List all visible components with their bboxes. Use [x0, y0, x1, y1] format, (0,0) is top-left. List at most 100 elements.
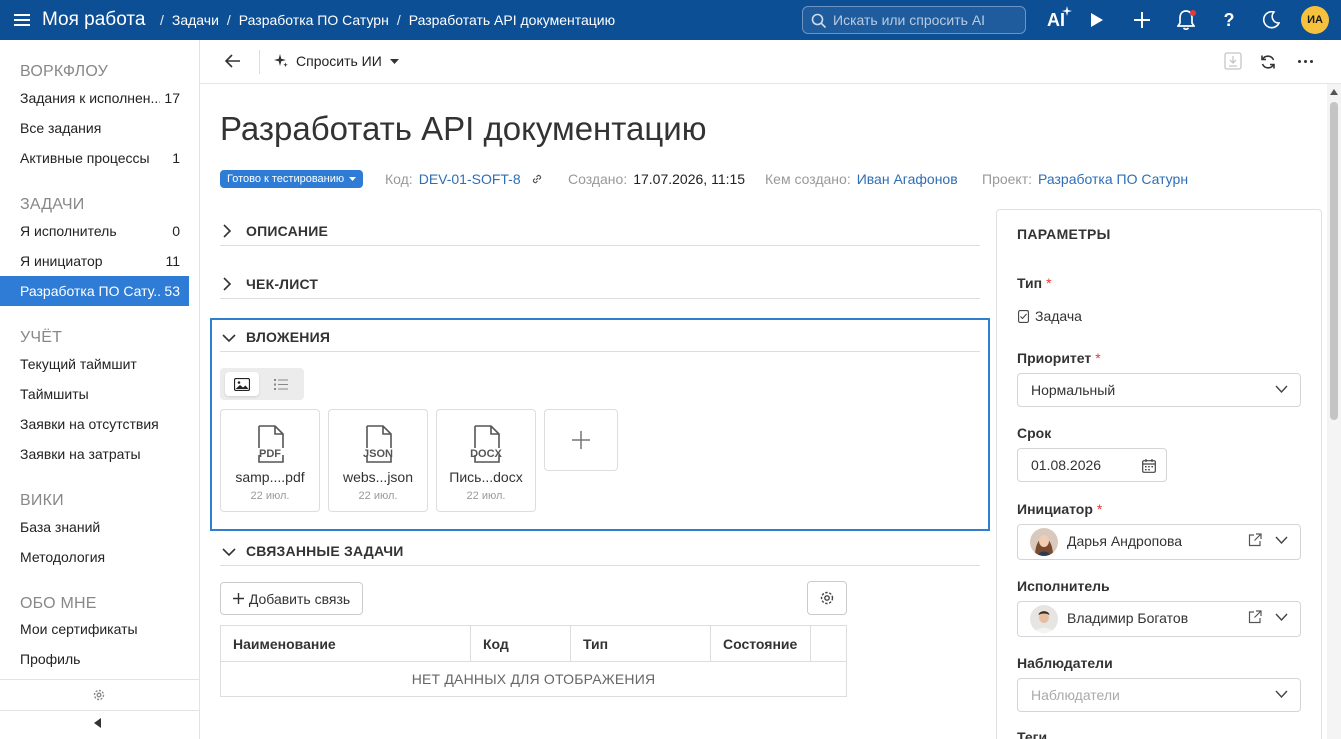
sidebar-item-profile[interactable]: Профиль: [0, 644, 189, 674]
search-input[interactable]: [833, 11, 1019, 29]
moon-icon[interactable]: [1259, 8, 1283, 32]
meta-label: Создано:: [568, 171, 628, 187]
assignee-label: Исполнитель: [1017, 578, 1110, 594]
sidebar-item-all-assignments[interactable]: Все задания: [0, 113, 189, 143]
attachment-card[interactable]: DOCX Пись...docx 22 июл.: [436, 409, 536, 512]
sidebar-group-wiki: ВИКИ: [20, 492, 64, 509]
sidebar-group-tasks: ЗАДАЧИ: [20, 196, 85, 213]
ai-sparkle-icon[interactable]: AI: [1040, 6, 1072, 32]
status-badge[interactable]: Готово к тестированию: [220, 170, 364, 188]
assignee-name: Владимир Богатов: [1067, 610, 1189, 626]
chevron-down-icon: [222, 548, 236, 557]
breadcrumb-item-tasks[interactable]: Задачи: [172, 12, 219, 28]
sidebar-item-absence-requests[interactable]: Заявки на отсутствия: [0, 409, 189, 439]
sidebar-item-methodology[interactable]: Методология: [0, 542, 189, 572]
sidebar-item-label: Разработка ПО Сату...: [20, 283, 160, 299]
project-link[interactable]: Разработка ПО Сатурн: [1038, 171, 1188, 187]
file-name: webs...json: [342, 469, 414, 485]
sidebar-item-project-saturn[interactable]: Разработка ПО Сату... 53: [0, 276, 189, 306]
author-link[interactable]: Иван Агафонов: [857, 171, 958, 187]
more-icon[interactable]: [1298, 60, 1313, 63]
bell-icon[interactable]: [1174, 8, 1198, 32]
watchers-select[interactable]: Наблюдатели: [1017, 678, 1301, 712]
sidebar-item-timesheets[interactable]: Таймшиты: [0, 379, 189, 409]
section-checklist[interactable]: ЧЕК-ЛИСТ: [220, 271, 980, 299]
scrollbar-thumb[interactable]: [1330, 102, 1338, 420]
task-code-link[interactable]: DEV-01-SOFT-8: [419, 171, 521, 187]
column-header-code[interactable]: Код: [471, 626, 571, 662]
menu-icon[interactable]: [14, 11, 30, 29]
divider: [259, 50, 260, 74]
list-view-button[interactable]: [264, 372, 298, 396]
required-mark: *: [1096, 501, 1103, 517]
user-avatar[interactable]: ИА: [1301, 6, 1329, 34]
sidebar-item-count: 1: [172, 150, 180, 166]
sidebar-item-certificates[interactable]: Мои сертификаты: [0, 614, 189, 644]
help-icon[interactable]: ?: [1217, 8, 1241, 32]
back-arrow-icon[interactable]: [225, 54, 241, 68]
initiator-avatar: [1030, 528, 1058, 556]
section-related-tasks[interactable]: СВЯЗАННЫЕ ЗАДАЧИ: [220, 538, 980, 566]
section-title: СВЯЗАННЫЕ ЗАДАЧИ: [246, 543, 404, 559]
scrollbar[interactable]: [1327, 84, 1341, 739]
sidebar-item-i-initiator[interactable]: Я инициатор 11: [0, 246, 189, 276]
sidebar-item-label: Заявки на затраты: [20, 446, 141, 462]
column-header-name[interactable]: Наименование: [221, 626, 471, 662]
app-title[interactable]: Моя работа: [42, 9, 145, 31]
initiator-select[interactable]: Дарья Андропова: [1017, 524, 1301, 560]
gallery-view-button[interactable]: [225, 372, 259, 396]
add-link-button[interactable]: Добавить связь: [220, 582, 363, 615]
add-attachment-button[interactable]: [544, 409, 618, 471]
grid-empty-message: НЕТ ДАННЫХ ДЛЯ ОТОБРАЖЕНИЯ: [411, 671, 656, 687]
calendar-icon[interactable]: [1142, 459, 1156, 473]
parameters-panel: ПАРАМЕТРЫ Тип * Задача Приоритет * Нормаль…: [996, 209, 1322, 739]
play-icon[interactable]: [1085, 8, 1109, 32]
sidebar-item-count: 53: [164, 283, 180, 299]
ask-ai-button[interactable]: Спросить ИИ: [274, 53, 399, 69]
section-title: ВЛОЖЕНИЯ: [246, 329, 331, 345]
collapse-sidebar-icon[interactable]: [94, 718, 102, 728]
sidebar-group-accounting: УЧЁТ: [20, 329, 63, 346]
due-date-label: Срок: [1017, 425, 1052, 441]
sidebar-item-current-timesheet[interactable]: Текущий таймшит: [0, 349, 189, 379]
due-date-value: 01.08.2026: [1031, 457, 1102, 473]
sidebar-item-active-processes[interactable]: Активные процессы 1: [0, 143, 189, 173]
attachment-card[interactable]: PDF samp....pdf 22 июл.: [220, 409, 320, 512]
section-attachments[interactable]: ВЛОЖЕНИЯ: [220, 324, 980, 352]
chevron-down-icon: [1275, 613, 1288, 621]
sidebar-item-i-assignee[interactable]: Я исполнитель 0: [0, 216, 189, 246]
grid-settings-button[interactable]: [807, 581, 847, 615]
section-title: ОПИСАНИЕ: [246, 223, 328, 239]
priority-select[interactable]: Нормальный: [1017, 373, 1301, 407]
list-icon: [274, 378, 288, 390]
assignee-select[interactable]: Владимир Богатов: [1017, 601, 1301, 637]
sidebar-item-knowledge-base[interactable]: База знаний: [0, 512, 189, 542]
tags-label: Теги: [1017, 729, 1048, 739]
section-description[interactable]: ОПИСАНИЕ: [220, 218, 980, 246]
sidebar-item-label: Профиль: [20, 651, 81, 667]
sidebar-item-count: 0: [172, 223, 180, 239]
sidebar-item-label: Я исполнитель: [20, 223, 117, 239]
refresh-icon[interactable]: [1260, 54, 1276, 70]
external-link-icon[interactable]: [1248, 610, 1262, 624]
column-header-type[interactable]: Тип: [571, 626, 711, 662]
attachment-card[interactable]: JSON webs...json 22 июл.: [328, 409, 428, 512]
sidebar-item-expense-requests[interactable]: Заявки на затраты: [0, 439, 189, 469]
gear-icon[interactable]: [92, 688, 106, 702]
sidebar-item-label: Мои сертификаты: [20, 621, 138, 637]
column-header-state[interactable]: Состояние: [711, 626, 811, 662]
due-date-field[interactable]: 01.08.2026: [1017, 448, 1167, 482]
initiator-label: Инициатор *: [1017, 501, 1103, 517]
file-date: 22 июл.: [250, 490, 290, 502]
external-link-icon[interactable]: [1248, 533, 1262, 547]
search-box[interactable]: [802, 6, 1026, 34]
breadcrumb-item-project[interactable]: Разработка ПО Сатурн: [239, 12, 389, 28]
file-type-label: DOCX: [470, 448, 502, 460]
scroll-up-icon[interactable]: [1330, 89, 1338, 95]
download-icon[interactable]: [1224, 52, 1242, 70]
sidebar-item-label: Заявки на отсутствия: [20, 416, 159, 432]
plus-icon[interactable]: [1130, 8, 1154, 32]
sidebar-item-assignments[interactable]: Задания к исполнен... 17: [0, 83, 189, 113]
sidebar-item-label: Текущий таймшит: [20, 356, 137, 372]
link-icon[interactable]: [531, 173, 543, 185]
